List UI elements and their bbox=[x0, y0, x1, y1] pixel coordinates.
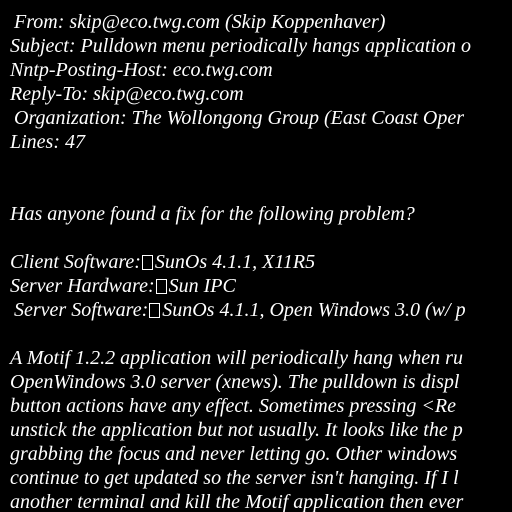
paragraph-line: another terminal and kill the Motif appl… bbox=[10, 491, 464, 512]
header-subject: Subject: Pulldown menu periodically hang… bbox=[10, 35, 472, 57]
header-organization: Organization: The Wollongong Group (East… bbox=[14, 107, 465, 129]
email-document: From: skip@eco.twg.com (Skip Koppenhaver… bbox=[0, 0, 512, 512]
header-nntp-posting-host: Nntp-Posting-Host: eco.twg.com bbox=[10, 59, 273, 81]
spec-server-sw-label: Server Software: bbox=[14, 299, 149, 321]
header-reply-to: Reply-To: skip@eco.twg.com bbox=[10, 83, 244, 105]
tab-glyph-box bbox=[155, 279, 167, 294]
spec-server-sw-value: SunOs 4.1.1, Open Windows 3.0 (w/ p bbox=[162, 299, 466, 321]
spec-server-hardware: Server Hardware: Sun IPC bbox=[10, 274, 236, 298]
paragraph-line: OpenWindows 3.0 server (xnews). The pull… bbox=[10, 371, 460, 393]
tab-glyph-box bbox=[149, 303, 161, 318]
paragraph-line: unstick the application but not usually.… bbox=[10, 419, 463, 441]
spec-client-software: Client Software: SunOs 4.1.1, X11R5 bbox=[10, 250, 315, 274]
paragraph-line: grabbing the focus and never letting go.… bbox=[10, 443, 458, 465]
header-from: From: skip@eco.twg.com (Skip Koppenhaver… bbox=[14, 11, 386, 33]
spec-client-value: SunOs 4.1.1, X11R5 bbox=[154, 251, 316, 273]
body-question: Has anyone found a fix for the following… bbox=[10, 203, 415, 225]
paragraph-line: A Motif 1.2.2 application will periodica… bbox=[10, 347, 463, 369]
spec-server-software: Server Software: SunOs 4.1.1, Open Window… bbox=[14, 298, 466, 322]
paragraph-line: button actions have any effect. Sometime… bbox=[10, 395, 456, 417]
spec-server-hw-label: Server Hardware: bbox=[10, 275, 155, 297]
header-lines: Lines: 47 bbox=[10, 131, 85, 153]
tab-glyph-box bbox=[141, 255, 153, 270]
spec-client-label: Client Software: bbox=[10, 251, 141, 273]
paragraph-line: continue to get updated so the server is… bbox=[10, 467, 459, 489]
spec-server-hw-value: Sun IPC bbox=[168, 275, 236, 297]
